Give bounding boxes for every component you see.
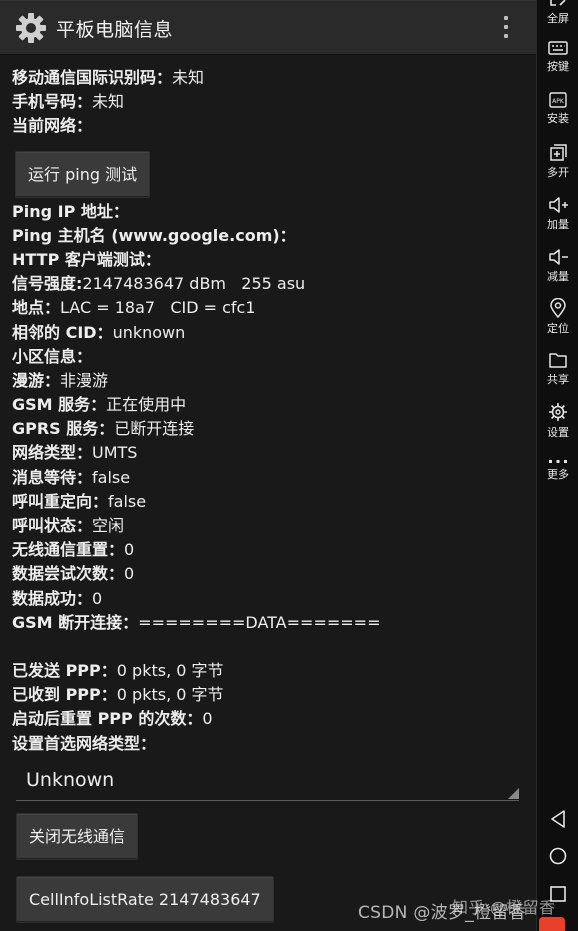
- fullscreen-icon: [550, 0, 566, 6]
- sidebar-item-install[interactable]: APK 安装: [537, 92, 578, 126]
- info-row-call-redirect: 呼叫重定向：false: [12, 491, 147, 511]
- info-list: 移动通信国际识别码：未知 手机号码：未知 当前网络： 运行 ping 测试 Pi…: [12, 66, 532, 801]
- run-ping-test-button[interactable]: 运行 ping 测试: [15, 150, 151, 198]
- info-row-preferred-network-label: 设置首选网络类型：: [12, 733, 157, 753]
- info-row-ppp-resets: 启动后重置 PPP 的次数：0: [12, 709, 213, 729]
- svg-text:APK: APK: [552, 98, 565, 105]
- info-row-roaming: 漫游：非漫游: [12, 370, 109, 390]
- page-title: 平板电脑信息: [56, 19, 174, 41]
- preferred-network-type-spinner[interactable]: Unknown: [16, 766, 519, 801]
- info-row-imei: 移动通信国际识别码：未知: [12, 68, 205, 87]
- info-row-gsm-service: GSM 服务：正在使用中: [12, 395, 187, 415]
- folder-icon: [549, 353, 567, 368]
- info-row-ppp-sent: 已发送 PPP：0 pkts, 0 字节: [12, 660, 224, 680]
- sidebar-item-volume-up[interactable]: 加量: [537, 196, 578, 232]
- info-row-call-state: 呼叫状态：空闲: [12, 516, 125, 535]
- sidebar-item-keys[interactable]: 按键: [537, 40, 578, 74]
- gear-icon: [16, 13, 46, 43]
- sidebar-item-location[interactable]: 定位: [537, 298, 578, 336]
- sidebar-item-more[interactable]: 更多: [537, 458, 578, 482]
- info-row-gprs-service: GPRS 服务：已断开连接: [12, 419, 195, 439]
- info-row-http-client-test: HTTP 客户端测试：: [12, 249, 161, 269]
- more-horizontal-icon: [549, 460, 567, 463]
- sidebar-item-settings[interactable]: 设置: [537, 402, 578, 440]
- sidebar-item-volume-down[interactable]: 减量: [537, 248, 578, 284]
- info-row-ppp-received: 已收到 PPP：0 pkts, 0 字节: [12, 685, 224, 705]
- more-vertical-icon[interactable]: [500, 16, 512, 42]
- multi-instance-icon: [550, 144, 567, 161]
- info-row-network-type: 网络类型：UMTS: [12, 443, 138, 463]
- apk-install-icon: APK: [549, 92, 567, 108]
- action-bar: 平板电脑信息: [0, 0, 536, 55]
- gear-icon: [549, 403, 567, 421]
- nav-back-button[interactable]: [537, 809, 578, 829]
- back-icon: [551, 810, 565, 828]
- info-row-current-network: 当前网络：: [12, 116, 93, 136]
- info-row-neighbor-cid: 相邻的 CID：unknown: [12, 322, 186, 342]
- sidebar-item-fullscreen[interactable]: 全屏: [537, 0, 578, 26]
- info-row-cell-info: 小区信息：: [12, 346, 93, 366]
- info-row-data-attempts: 数据尝试次数：0: [12, 564, 135, 584]
- sidebar-item-share[interactable]: 共享: [537, 351, 578, 387]
- location-pin-icon: [550, 298, 566, 318]
- app-window: 平板电脑信息 移动通信国际识别码：未知 手机号码：未知 当前网络： 运行 pin…: [0, 0, 536, 931]
- spinner-selected-value: Unknown: [26, 768, 115, 791]
- app-badge-icon: [539, 917, 565, 931]
- nav-home-button[interactable]: [537, 846, 578, 866]
- info-row-ping-hostname: Ping 主机名 (www.google.com)：: [12, 225, 296, 245]
- spinner-dropdown-icon: [508, 787, 519, 799]
- info-row-radio-resets: 无线通信重置：0: [12, 540, 135, 560]
- info-row-signal-strength: 信号强度:2147483647 dBm 255 asu: [12, 274, 306, 294]
- keyboard-icon: [548, 41, 568, 55]
- turn-off-radio-button[interactable]: 关闭无线通信: [16, 813, 139, 860]
- volume-up-icon: [549, 197, 568, 213]
- watermark-overlay: 知乎 @橙留香: [452, 898, 556, 917]
- info-row-message-waiting: 消息等待：false: [12, 467, 131, 487]
- info-row-phone-number: 手机号码：未知: [12, 92, 125, 112]
- cellinfo-list-rate-button[interactable]: CellInfoListRate 2147483647: [16, 876, 274, 923]
- info-row-location: 地点：LAC = 18a7 CID = cfc1: [12, 298, 256, 318]
- info-row-data-success: 数据成功：0: [12, 588, 103, 608]
- emulator-side-toolbar: 全屏 按键 APK 安装 多开 加量 减量 定位 共享 设置 更多: [536, 0, 578, 931]
- home-icon: [549, 847, 567, 865]
- info-row-gsm-disconnect: GSM 断开连接：========DATA=======: [12, 612, 381, 632]
- sidebar-item-multi[interactable]: 多开: [537, 144, 578, 180]
- volume-down-icon: [549, 249, 568, 265]
- info-row-ping-ip: Ping IP 地址：: [12, 201, 129, 221]
